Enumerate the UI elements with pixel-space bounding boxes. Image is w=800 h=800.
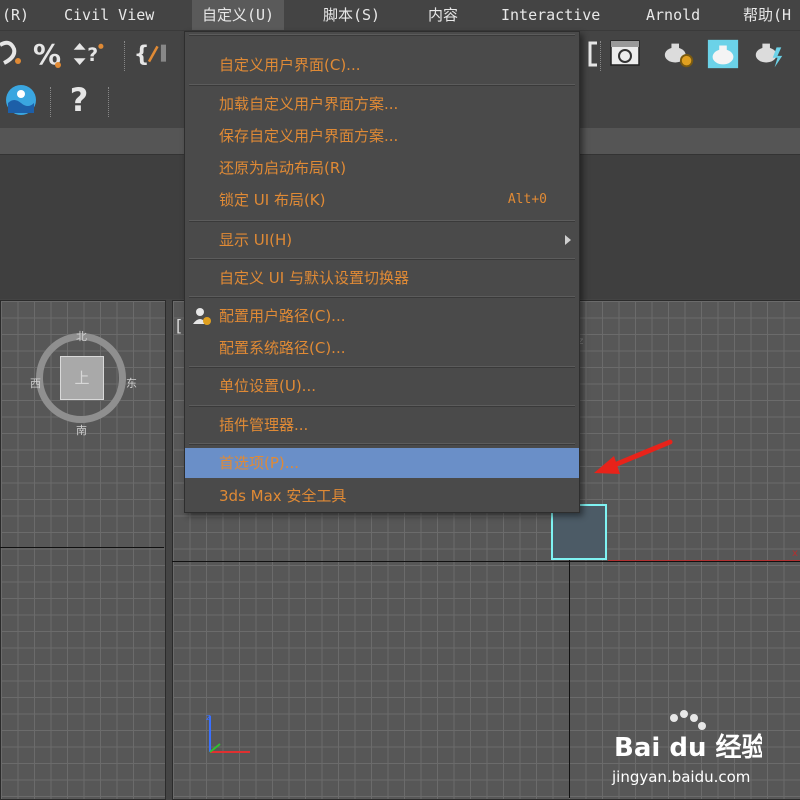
pointer-arrow — [594, 439, 673, 474]
render-icon[interactable] — [706, 37, 740, 71]
menu-item-label: 锁定 UI 布局(K) — [219, 191, 326, 209]
bracket-icon — [576, 37, 610, 71]
toolbar-separator — [124, 41, 128, 71]
menu-item-lock-ui-layout[interactable]: 锁定 UI 布局(K) Alt+0 — [185, 184, 579, 216]
world-axis-x-main — [172, 561, 800, 562]
menu-separator — [189, 296, 575, 298]
viewport-label[interactable]: [ — [176, 316, 182, 335]
menu-item-load-ui-scheme[interactable]: 加载自定义用户界面方案... — [185, 88, 579, 120]
menu-item-label: 配置系统路径(C)... — [219, 339, 346, 357]
menu-arnold[interactable]: Arnold — [646, 0, 700, 30]
menu-separator — [189, 258, 575, 260]
menu-help[interactable]: 帮助(H — [743, 0, 791, 30]
menu-separator — [189, 220, 575, 222]
menu-item-security-tools[interactable]: 3ds Max 安全工具 — [185, 480, 579, 512]
toolbar-separator — [50, 87, 54, 117]
render-iterative-icon[interactable] — [752, 37, 786, 71]
toolbar-separator — [108, 87, 112, 117]
menu-item-ui-switcher[interactable]: 自定义 UI 与默认设置切换器 — [185, 262, 579, 294]
menu-item-label: 还原为启动布局(R) — [219, 159, 347, 177]
menu-separator — [189, 405, 575, 407]
viewcube-south-label[interactable]: 南 — [76, 422, 87, 438]
menu-rendering[interactable]: (R) — [2, 0, 29, 30]
viewcube-north-label[interactable]: 北 — [76, 328, 87, 344]
menu-separator — [189, 443, 575, 445]
render-setup-icon[interactable] — [662, 37, 696, 71]
submenu-arrow-icon — [565, 235, 571, 245]
menu-item-save-ui-scheme[interactable]: 保存自定义用户界面方案... — [185, 120, 579, 152]
render-frame-icon[interactable] — [608, 37, 642, 71]
menu-item-label: 配置用户路径(C)... — [219, 307, 346, 325]
axis-tripod-icon: z — [206, 713, 250, 753]
water-icon[interactable] — [4, 83, 38, 117]
menu-item-preferences[interactable]: 首选项(P)... — [185, 448, 579, 478]
spinner-snap-icon[interactable]: ? — [72, 37, 106, 71]
menu-separator — [189, 34, 575, 36]
menu-content[interactable]: 内容 — [428, 0, 458, 30]
help-icon[interactable]: ? — [62, 81, 96, 119]
toolbar-separator — [600, 41, 604, 71]
menu-bar: (R) Civil View 自定义(U) 脚本(S) 内容 Interacti… — [0, 0, 800, 31]
customize-menu-dropdown: 自定义用户界面(C)... 加载自定义用户界面方案... 保存自定义用户界面方案… — [184, 31, 580, 513]
viewcube-west-label[interactable]: 西 — [30, 375, 41, 391]
menu-item-label: 自定义 UI 与默认设置切换器 — [219, 269, 409, 287]
viewcube-top-face[interactable]: 上 — [62, 358, 102, 398]
menu-item-label: 加载自定义用户界面方案... — [219, 95, 399, 113]
snap-icon[interactable] — [0, 37, 28, 71]
menu-item-label: 保存自定义用户界面方案... — [219, 127, 399, 145]
baidu-jingyan-logo: Bai du 经验 — [614, 710, 762, 763]
menu-customize[interactable]: 自定义(U) — [192, 0, 285, 30]
menu-scripting[interactable]: 脚本(S) — [323, 0, 380, 30]
menu-item-plugin-manager[interactable]: 插件管理器... — [185, 409, 579, 441]
menu-item-configure-system-paths[interactable]: 配置系统路径(C)... — [185, 332, 579, 364]
menu-item-revert-layout[interactable]: 还原为启动布局(R) — [185, 152, 579, 184]
user-gear-icon — [193, 308, 211, 325]
svg-text:z: z — [206, 713, 211, 723]
menu-item-label: 首选项(P)... — [219, 454, 300, 472]
menu-civil-view[interactable]: Civil View — [64, 0, 154, 30]
menu-item-customize-ui[interactable]: 自定义用户界面(C)... — [185, 49, 579, 81]
menu-separator — [189, 366, 575, 368]
menu-item-units-setup[interactable]: 单位设置(U)... — [185, 370, 579, 402]
menu-item-label: 插件管理器... — [219, 416, 309, 434]
menu-item-label: 自定义用户界面(C)... — [219, 56, 361, 74]
svg-text:{: { — [134, 42, 150, 68]
menu-item-label: 3ds Max 安全工具 — [219, 487, 347, 505]
menu-item-shortcut: Alt+0 — [507, 192, 547, 207]
edit-named-selection-icon[interactable]: { — [132, 37, 166, 71]
menu-item-label: 单位设置(U)... — [219, 377, 316, 395]
menu-interactive[interactable]: Interactive — [501, 0, 600, 30]
menu-item-configure-user-paths[interactable]: 配置用户路径(C)... — [185, 300, 579, 332]
watermark-logo-text: Bai du 经验 — [614, 732, 762, 763]
gizmo-x-axis — [608, 560, 800, 561]
menu-item-label: 显示 UI(H) — [219, 231, 293, 249]
viewcube-east-label[interactable]: 东 — [126, 375, 137, 391]
watermark-url: jingyan.baidu.com — [612, 768, 751, 786]
menu-separator — [189, 84, 575, 86]
percent-snap-icon[interactable]: % — [30, 37, 64, 71]
world-axis-x — [0, 547, 164, 548]
svg-text:?: ? — [87, 45, 98, 66]
gizmo-x-label: x — [792, 548, 798, 559]
menu-item-show-ui[interactable]: 显示 UI(H) — [185, 224, 579, 256]
